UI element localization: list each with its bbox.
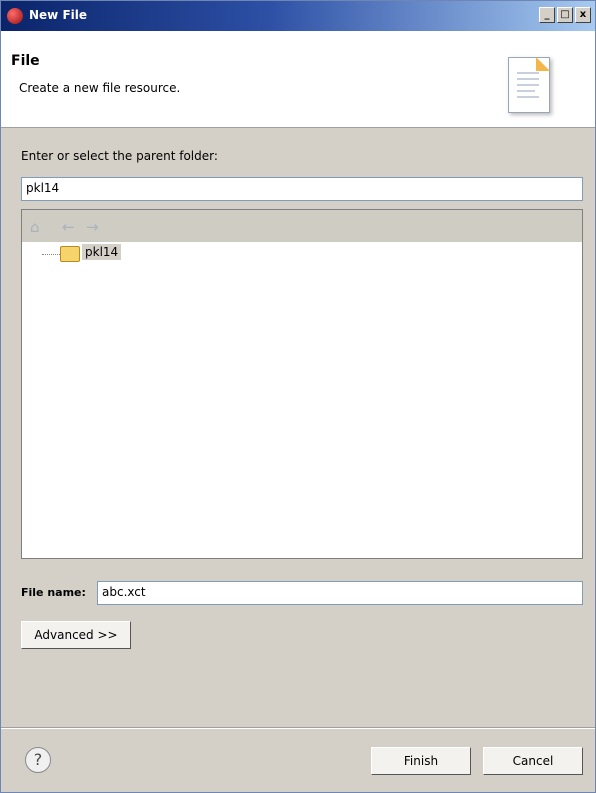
parent-folder-label: Enter or select the parent folder: <box>21 149 218 163</box>
help-icon[interactable]: ? <box>25 747 51 773</box>
folder-tree[interactable]: ⌂ ← → pkl14 <box>21 209 583 559</box>
forward-arrow-icon[interactable]: → <box>86 218 99 236</box>
home-icon[interactable]: ⌂ <box>30 218 40 236</box>
window-title: New File <box>29 8 88 22</box>
wizard-header: File Create a new file resource. <box>1 31 595 128</box>
tree-toolbar: ⌂ ← → <box>22 210 582 242</box>
new-file-document-icon <box>508 57 550 113</box>
new-file-dialog: New File _ □ x File Create a new file re… <box>0 0 596 793</box>
file-name-input[interactable]: abc.xct <box>97 581 583 605</box>
finish-button[interactable]: Finish <box>371 747 471 775</box>
page-title: File <box>11 53 40 69</box>
back-arrow-icon[interactable]: ← <box>62 218 75 236</box>
file-name-label: File name: <box>21 586 86 599</box>
close-button[interactable]: x <box>575 7 591 23</box>
advanced-button[interactable]: Advanced >> <box>21 621 131 649</box>
page-description: Create a new file resource. <box>19 81 181 95</box>
eclipse-app-icon <box>7 8 23 24</box>
title-bar[interactable]: New File _ □ x <box>1 1 595 31</box>
tree-connector <box>42 254 60 255</box>
parent-folder-input[interactable]: pkl14 <box>21 177 583 201</box>
maximize-button[interactable]: □ <box>557 7 573 23</box>
minimize-button[interactable]: _ <box>539 7 555 23</box>
cancel-button[interactable]: Cancel <box>483 747 583 775</box>
footer-separator <box>1 727 595 729</box>
open-folder-icon <box>60 246 80 262</box>
tree-item-label[interactable]: pkl14 <box>82 244 122 260</box>
